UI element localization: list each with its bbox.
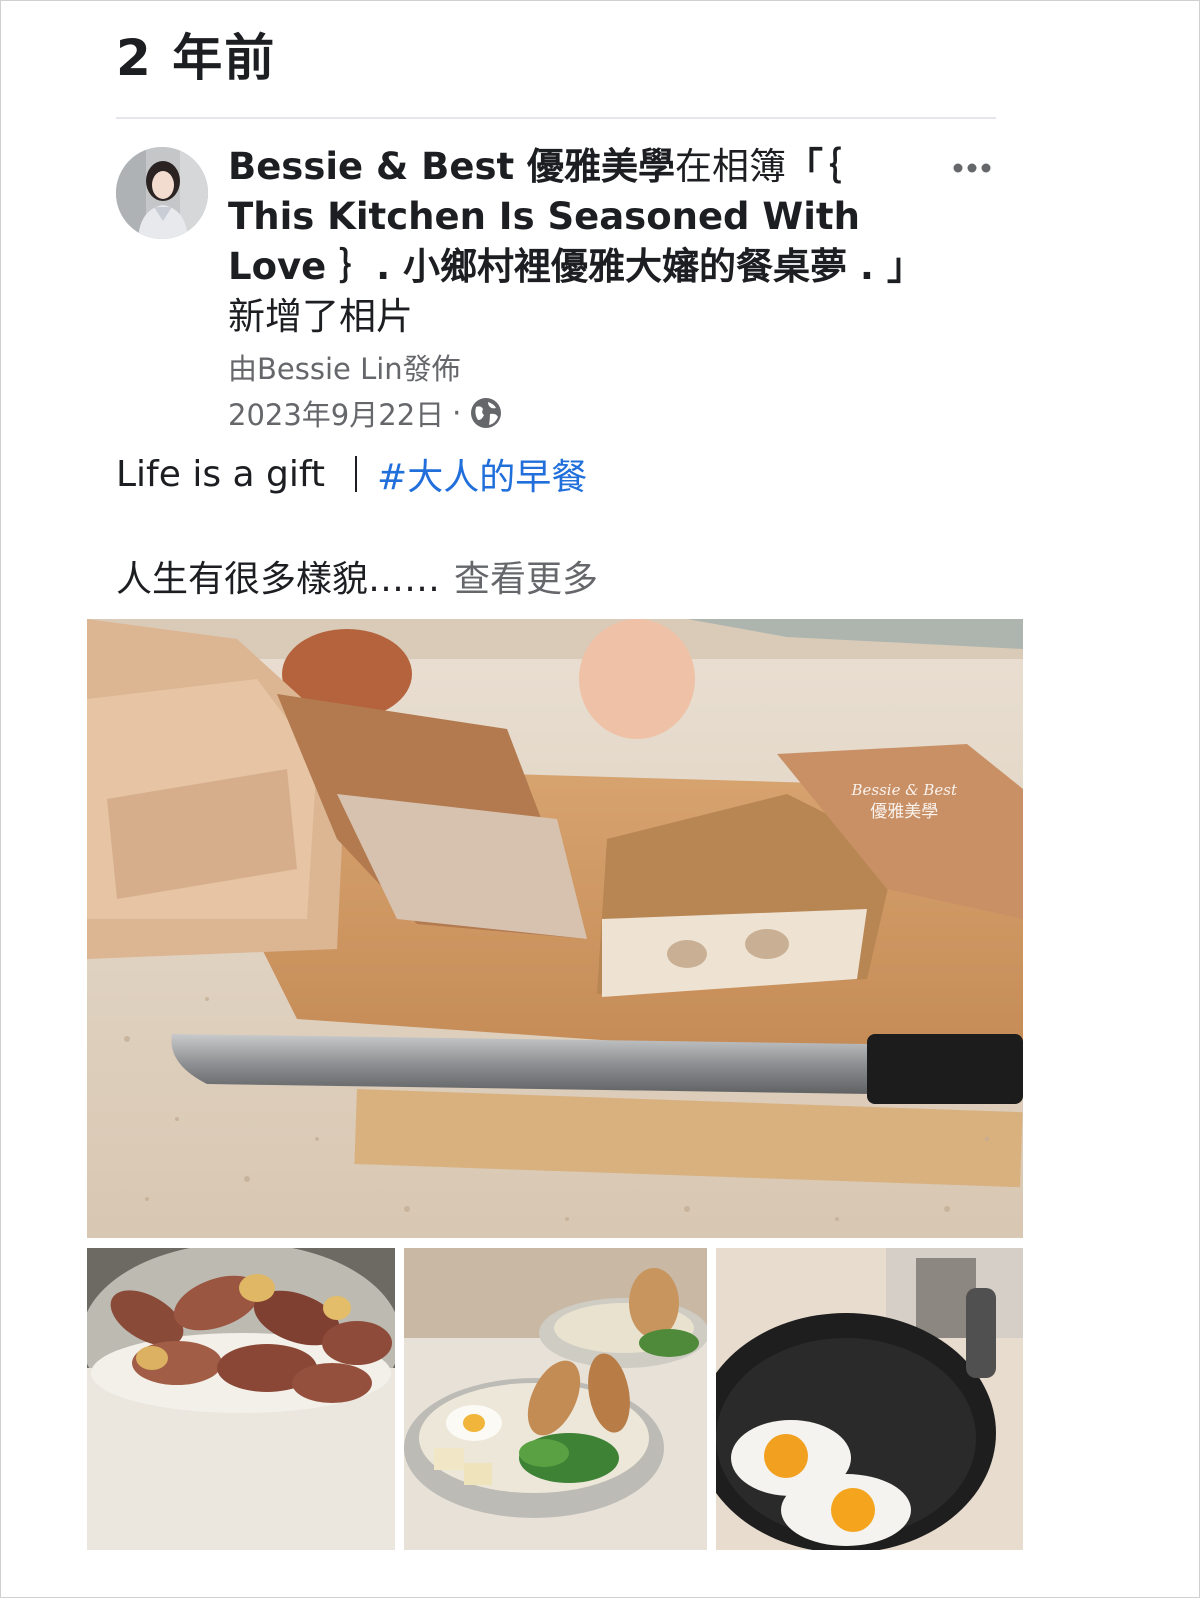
avatar[interactable] [116,147,208,239]
photo-watermark: Bessie & Best 優雅美學 [852,779,957,823]
photo-thumbnail-salad-bowls[interactable] [404,1248,707,1550]
post-header: Bessie & Best 優雅美學在相簿「｛ This Kitchen Is … [228,142,924,342]
post-meta: 2023年9月22日 · [228,392,503,434]
date-separator: · [452,396,462,430]
post-caption: Life is a gift #大人的早餐 [116,448,587,500]
divider [116,117,996,119]
hashtag-link[interactable]: #大人的早餐 [377,448,587,500]
caption-separator [355,456,358,492]
post-author[interactable]: Bessie & Best 優雅美學 [228,145,675,188]
globe-icon[interactable] [469,396,503,430]
more-options-button[interactable] [948,150,998,186]
post-byline: 由Bessie Lin發佈 [228,352,461,386]
watermark-brand: Bessie & Best [851,781,957,799]
main-photo[interactable]: Bessie & Best 優雅美學 [87,619,1023,1238]
memory-time-ago: 2 年前 [116,29,277,87]
post-date[interactable]: 2023年9月22日 [228,392,444,434]
post-body: 人生有很多樣貌…… 查看更多 [116,550,598,602]
post-action-suffix: 新增了相片 [228,295,413,338]
see-more-link[interactable]: 查看更多 [454,550,598,602]
photo-thumbnail-fried-eggs[interactable] [716,1248,1023,1550]
more-horizontal-icon [953,163,991,173]
photo-thumbnail-sweet-potatoes[interactable] [87,1248,395,1550]
post-body-preview: 人生有很多樣貌…… [116,559,441,600]
post-action-prefix: 在相簿 [675,145,787,188]
caption-text: Life is a gift [116,453,326,495]
watermark-chinese: 優雅美學 [870,802,939,822]
